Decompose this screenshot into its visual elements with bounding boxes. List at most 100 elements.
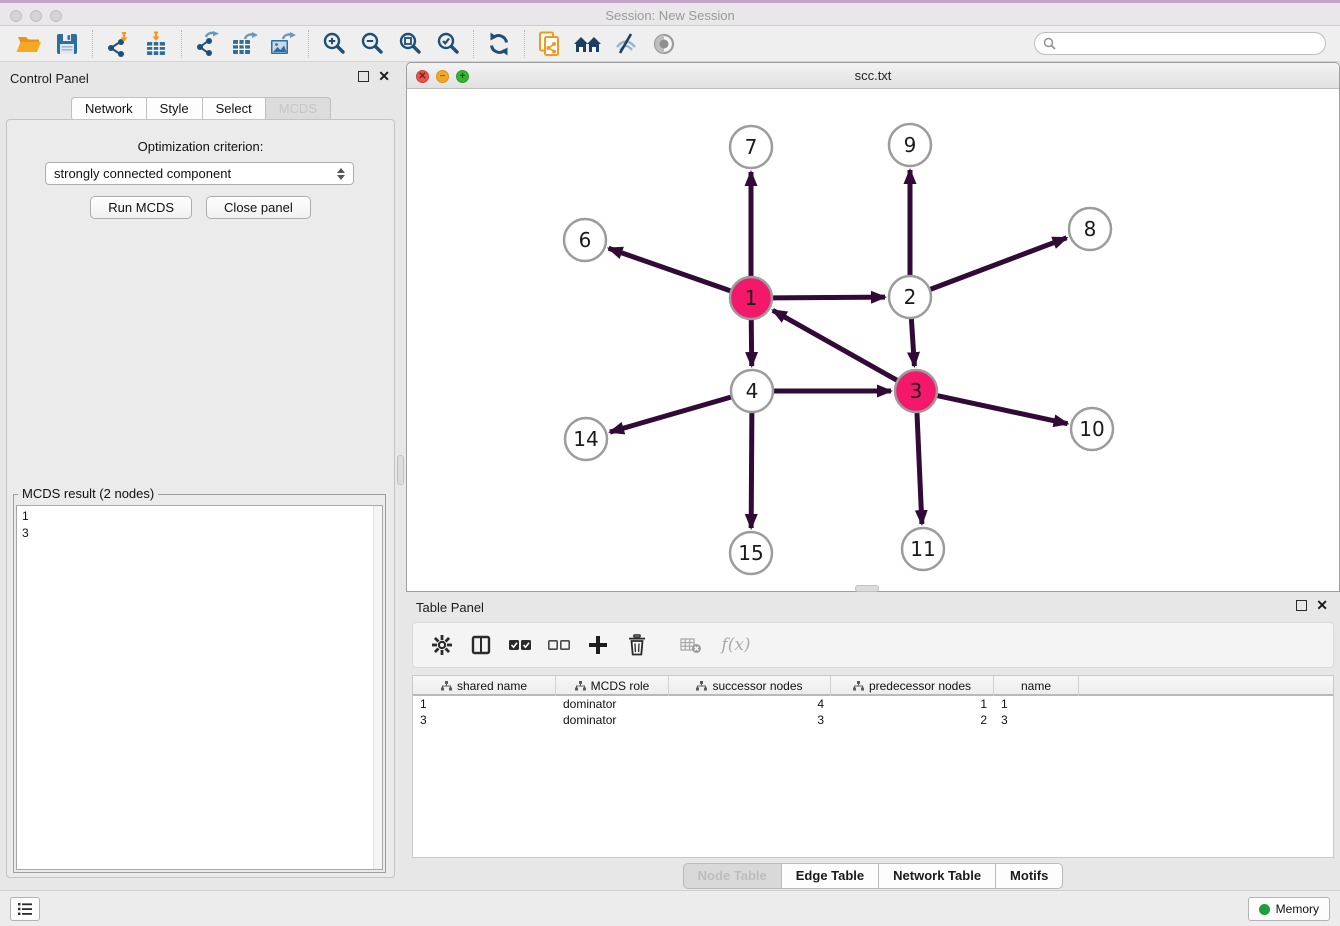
table-cell[interactable]: 1 [413,696,556,712]
import-table-button[interactable] [137,29,175,59]
graph-edge-3-1[interactable] [773,310,897,380]
graph-node-10[interactable]: 10 [1071,408,1113,450]
show-all-button[interactable] [645,29,683,59]
column-header-shared-name[interactable]: shared name [413,676,556,696]
table-cell[interactable]: dominator [556,712,669,728]
table-cell[interactable]: 3 [994,712,1079,728]
node-table: shared nameMCDS rolesuccessor nodesprede… [412,675,1334,858]
graph-node-6[interactable]: 6 [564,219,606,261]
criterion-value: strongly connected component [54,166,231,181]
network-canvas[interactable]: 7 9 6 8 1 2 4 3 14 10 15 11 [407,89,1339,591]
add-row-button[interactable] [583,630,613,660]
table-cell[interactable]: 3 [669,712,831,728]
tab-network-table[interactable]: Network Table [879,863,996,889]
open-session-button[interactable] [10,29,48,59]
export-image-icon [269,31,297,57]
import-network-icon [105,31,131,57]
graph-node-11[interactable]: 11 [902,528,944,570]
zoom-selected-button[interactable] [429,29,467,59]
delete-row-button[interactable] [622,630,652,660]
graph-edge-3-10[interactable] [938,396,1068,424]
table-cell[interactable]: 4 [669,696,831,712]
memory-status-icon [1259,904,1270,915]
task-history-button[interactable] [10,897,40,921]
graph-node-9[interactable]: 9 [889,124,931,166]
zoom-out-button[interactable] [353,29,391,59]
column-header-predecessor-nodes[interactable]: predecessor nodes [831,676,994,696]
table-cell[interactable]: 1 [994,696,1079,712]
export-table-button[interactable] [226,29,264,59]
split-divider-vertical[interactable] [397,455,404,485]
graph-node-14[interactable]: 14 [565,418,607,460]
graph-edge-4-15[interactable] [751,413,752,528]
mcds-result-text[interactable]: 13 [16,505,383,870]
graph-node-1[interactable]: 1 [730,277,772,319]
column-icon [470,634,492,656]
float-table-panel-icon[interactable] [1296,600,1307,611]
select-all-button[interactable] [505,630,535,660]
criterion-dropdown[interactable]: strongly connected component [45,162,354,185]
search-input[interactable] [1061,37,1317,51]
table-cell[interactable]: 2 [831,712,994,728]
hide-selected-button[interactable] [607,29,645,59]
table-settings-button[interactable] [427,630,457,660]
table-cell[interactable]: dominator [556,696,669,712]
column-header-name[interactable]: name [994,676,1079,696]
zoom-fit-button[interactable] [391,29,429,59]
result-scrollbar[interactable] [373,506,382,869]
float-panel-icon[interactable] [358,71,369,82]
first-neighbors-button[interactable] [569,29,607,59]
copy-network-icon [536,30,564,58]
column-header-successor-nodes[interactable]: successor nodes [669,676,831,696]
tab-select[interactable]: Select [203,97,266,121]
graph-edge-2-8[interactable] [931,238,1067,289]
title-bar: Session: New Session [0,0,1340,26]
refresh-icon [486,31,512,57]
graph-node-3[interactable]: 3 [895,370,937,412]
graph-node-4[interactable]: 4 [731,370,773,412]
graph-edge-1-6[interactable] [609,248,731,290]
tab-node-table[interactable]: Node Table [683,863,782,889]
deselect-all-button[interactable] [544,630,574,660]
zoom-in-button[interactable] [315,29,353,59]
application-window: Session: New Session [0,0,1340,926]
close-table-panel-icon[interactable]: ✕ [1316,600,1328,611]
split-divider-horizontal[interactable] [855,585,879,592]
graph-node-8[interactable]: 8 [1069,208,1111,250]
table-toolbar: f(x) [412,622,1334,668]
table-cell[interactable]: 1 [831,696,994,712]
graph-edge-2-3[interactable] [911,319,914,366]
export-image-button[interactable] [264,29,302,59]
tab-network[interactable]: Network [71,97,147,121]
search-field[interactable] [1034,32,1326,55]
show-column-button[interactable] [466,630,496,660]
graph-edge-1-2[interactable] [773,297,885,298]
tab-mcds[interactable]: MCDS [266,97,331,121]
graph-node-2[interactable]: 2 [889,276,931,318]
import-network-button[interactable] [99,29,137,59]
select-all-icon [508,637,532,653]
column-header-MCDS-role[interactable]: MCDS role [556,676,669,696]
graph-edge-4-14[interactable] [610,397,731,432]
table-cell[interactable]: 3 [413,712,556,728]
graph-edge-3-11[interactable] [917,413,922,524]
table-row[interactable]: 1dominator411 [413,696,1333,712]
network-title: scc.txt [407,68,1339,83]
close-panel-button[interactable]: Close panel [206,196,311,219]
memory-button[interactable]: Memory [1248,897,1330,921]
svg-text:2: 2 [904,285,917,309]
tab-edge-table[interactable]: Edge Table [782,863,879,889]
graph-node-15[interactable]: 15 [730,532,772,574]
tab-style[interactable]: Style [147,97,203,121]
close-panel-icon[interactable]: ✕ [378,71,390,82]
copy-network-button[interactable] [531,29,569,59]
table-row[interactable]: 3dominator323 [413,712,1333,728]
tab-motifs[interactable]: Motifs [996,863,1063,889]
run-mcds-button[interactable]: Run MCDS [90,196,192,219]
graph-node-7[interactable]: 7 [730,126,772,168]
table-header-row: shared nameMCDS rolesuccessor nodesprede… [413,676,1333,696]
zoom-selected-icon [435,31,461,57]
refresh-view-button[interactable] [480,29,518,59]
save-session-button[interactable] [48,29,86,59]
export-network-button[interactable] [188,29,226,59]
